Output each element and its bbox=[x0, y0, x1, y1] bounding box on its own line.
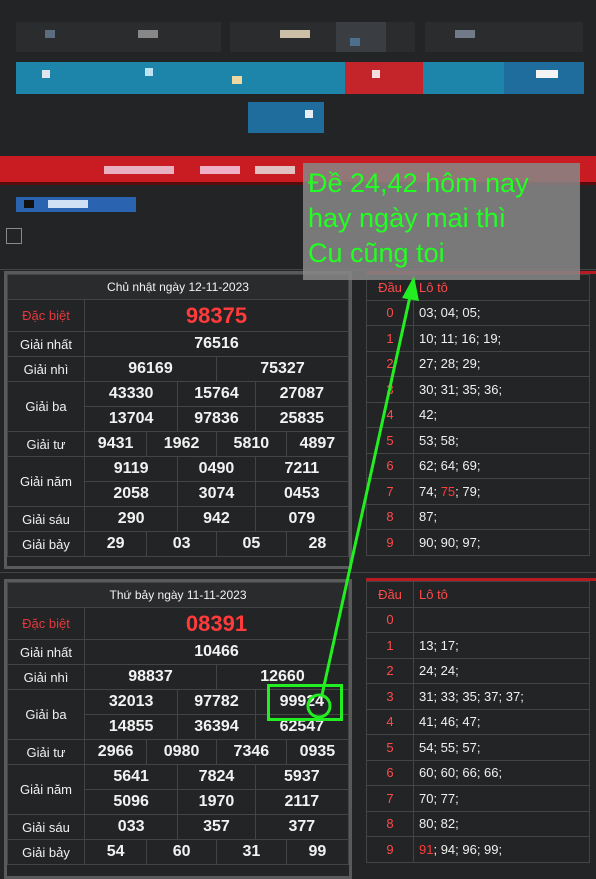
annotation-arrow bbox=[306, 276, 419, 719]
arrow-line bbox=[320, 291, 413, 696]
arrow-head-icon bbox=[402, 276, 419, 301]
highlight-circle bbox=[306, 693, 332, 719]
